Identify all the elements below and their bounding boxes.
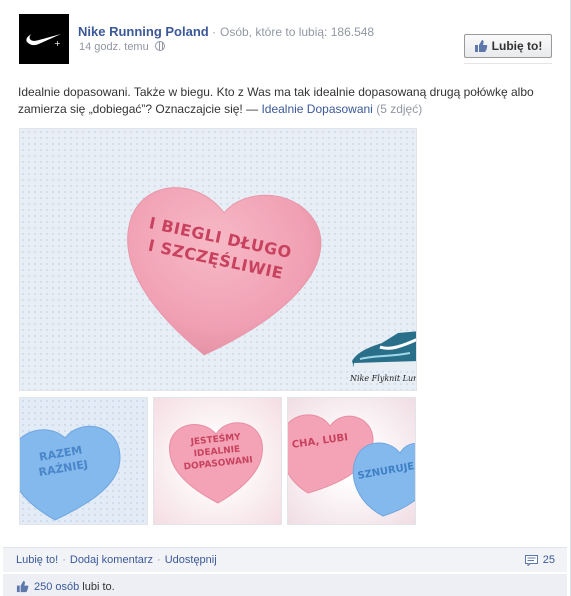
thumbnail-photo-1[interactable]: RAZEM RAŹNIEJ [19,397,148,525]
thumbs-up-icon [16,580,29,593]
post-actions-bar: Lubię to! · Dodaj komentarz · Udostępnij 25 [3,547,567,572]
post-likes-bar: 250 osób lubi to. [3,573,567,596]
page-avatar[interactable]: + [19,14,69,64]
timestamp-text[interactable]: 14 godz. temu [79,41,149,53]
message-dash: — [242,102,262,116]
post-actions: Lubię to! · Dodaj komentarz · Udostępnij [16,554,217,566]
thumbs-up-icon [474,40,487,52]
main-photo[interactable]: I BIEGLI DŁUGO I SZCZĘŚLIWIE Nike Flykni… [19,128,417,391]
sneaker-caption: Nike Flyknit Lunar [350,374,416,383]
thumbnail-photo-2[interactable]: JESTEŚMY IDEALNIE DOPASOWANI [153,397,282,525]
post-likes-line: 250 osób lubi to. [16,580,115,593]
nike-swoosh-icon: + [26,34,61,48]
post-message: Idealnie dopasowani. Także w biegu. Kto … [18,84,543,118]
share-link[interactable]: Udostępnij [165,554,217,566]
globe-icon [154,41,165,51]
feed-post: + Nike Running Poland · Osób, które to lu… [0,0,571,596]
like-page-label: Lubię to! [491,39,543,53]
two-heart-candies [288,414,415,517]
svg-text:+: + [54,39,61,48]
page-likes-count: · Osób, które to lubią: 186.548 [212,25,375,39]
page-likes-text: Osób, które to lubią: 186.548 [220,25,375,39]
photo-count: (5 zdjęć) [376,102,423,116]
likers-link[interactable]: 250 osób [34,581,79,593]
separator-dot: · [157,554,161,566]
likes-suffix: lubi to. [82,580,115,593]
like-post-link[interactable]: Lubię to! [16,554,58,566]
header-divider [464,63,552,64]
post-timestamp[interactable]: 14 godz. temu [79,41,165,53]
add-comment-link[interactable]: Dodaj komentarz [70,554,153,566]
page-name-link[interactable]: Nike Running Poland [78,24,209,39]
comments-count: 25 [542,554,555,566]
comments-count-button[interactable]: 25 [524,554,555,566]
album-link[interactable]: Idealnie Dopasowani [261,102,372,116]
comment-bubble-icon [524,554,538,566]
separator-dot: · [62,554,66,566]
thumbnail-photo-3[interactable]: CHA, LUBI SZNURUJE [287,397,416,525]
like-page-button[interactable]: Lubię to! [464,34,552,58]
sneaker-image [352,331,416,368]
